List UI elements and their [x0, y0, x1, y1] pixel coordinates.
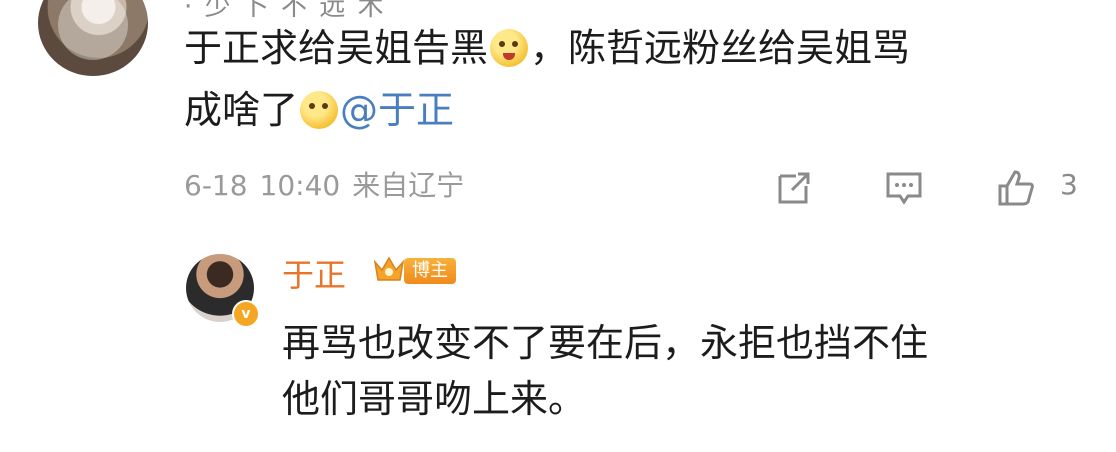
comment-text-c: 成啥了	[184, 88, 299, 132]
share-icon[interactable]	[774, 168, 814, 208]
comment-line-1: 于正求给吴姐告黑 ，陈哲远粉丝给吴姐骂	[184, 18, 910, 78]
comment-date: 6-18	[184, 169, 248, 202]
reply-line-2: 他们哥哥吻上来。	[282, 377, 587, 421]
thumbs-up-icon[interactable]	[996, 168, 1036, 208]
commenter-avatar[interactable]	[38, 0, 148, 76]
comment-line-2: 成啥了 @于正	[184, 80, 454, 140]
mention-link[interactable]: @于正	[340, 88, 454, 132]
blogger-badge: 博主	[404, 258, 456, 284]
comment-meta: 6-18 10:40 来自辽宁	[184, 164, 476, 204]
reply-line-1: 再骂也改变不了要在后，永拒也挡不住	[282, 321, 929, 365]
comment-icon[interactable]	[884, 168, 924, 208]
scared-face-emoji-icon	[490, 29, 529, 67]
thinking-face-emoji-icon	[300, 91, 339, 129]
crown-icon	[373, 256, 405, 281]
comment-time: 10:40	[259, 169, 341, 202]
like-count: 3	[1060, 168, 1078, 201]
comment-location: 来自辽宁	[352, 169, 465, 202]
comment-text-b: ，陈哲远粉丝给吴姐骂	[530, 26, 911, 70]
reply-username[interactable]: 于正	[282, 250, 346, 296]
verified-badge-icon: v	[232, 300, 260, 328]
comment-text-a: 于正求给吴姐告黑	[184, 26, 489, 70]
